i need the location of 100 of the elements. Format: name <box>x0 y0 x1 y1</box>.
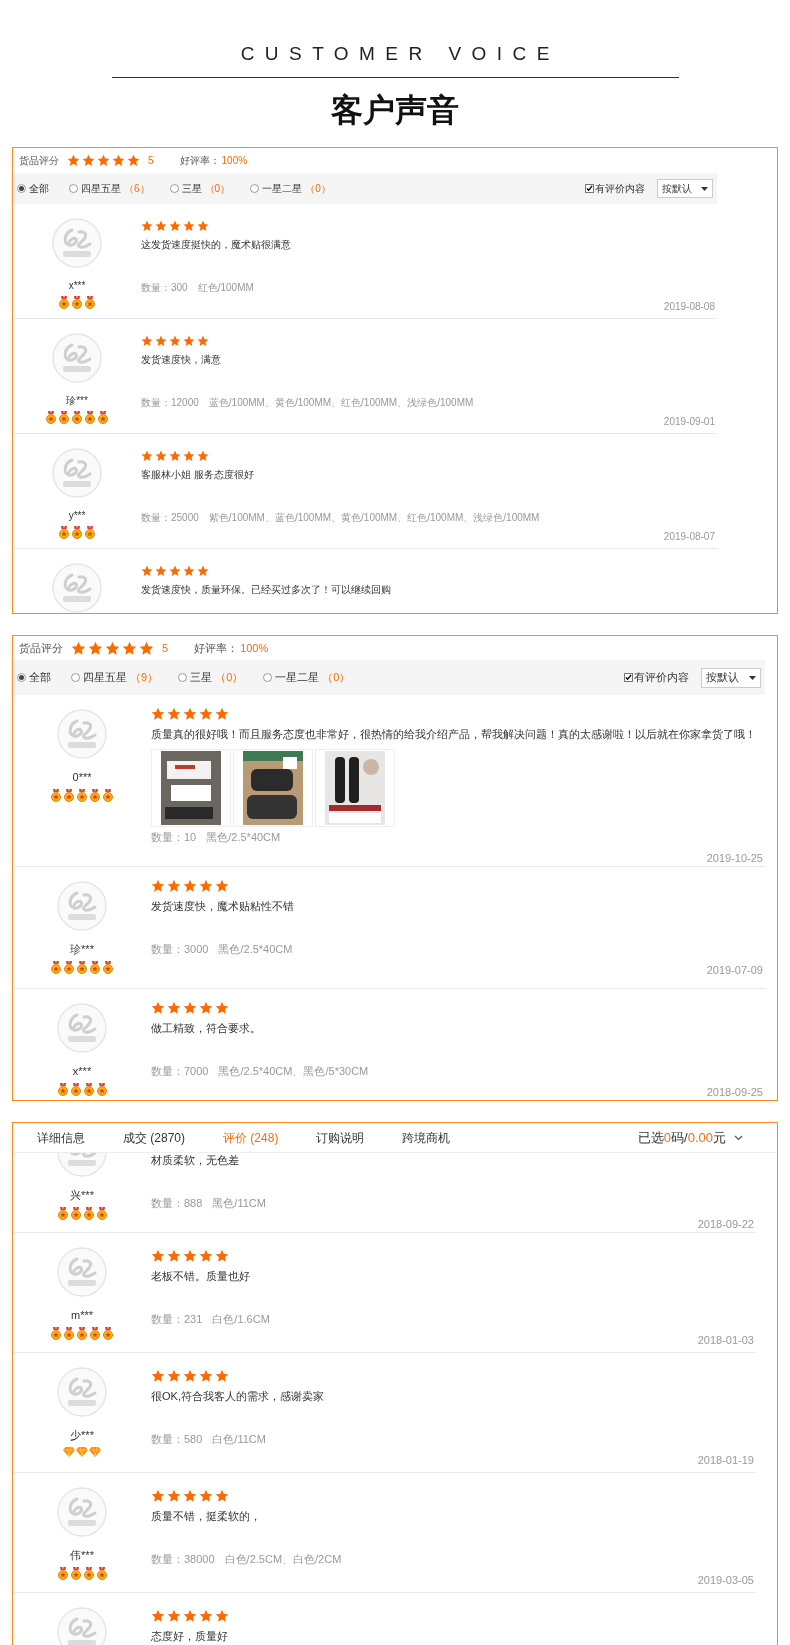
medal-icon <box>102 960 114 974</box>
star-icon <box>199 1369 213 1383</box>
filter-radio[interactable]: 三星 （0） <box>169 181 231 196</box>
star-icon <box>215 1369 229 1383</box>
star-icon <box>167 1489 181 1503</box>
star-icon <box>169 220 181 232</box>
star-icon <box>183 335 195 347</box>
star-icon <box>151 879 165 893</box>
filter-radio[interactable]: 全部 <box>17 669 51 686</box>
user-name: m*** <box>71 1308 93 1323</box>
content-filter-checkbox[interactable]: 有评价内容 <box>585 181 645 196</box>
star-icon <box>169 335 181 347</box>
star-icon <box>199 879 213 893</box>
user-name: 兴*** <box>70 1188 94 1203</box>
star-icon <box>183 1369 197 1383</box>
star-icon <box>169 450 181 462</box>
avatar-icon <box>57 1247 107 1297</box>
medal-icon <box>63 788 75 802</box>
medal-icon <box>89 960 101 974</box>
chevron-down-icon <box>734 1134 743 1141</box>
medal-icon <box>76 960 88 974</box>
section-subtitle: CUSTOMER VOICE <box>239 42 560 66</box>
section-title: 客户声音 <box>331 90 459 130</box>
star-icon <box>183 1489 197 1503</box>
medal-icon <box>84 526 96 539</box>
medal-icon <box>50 1326 62 1340</box>
star-icon <box>151 707 165 721</box>
star-icon <box>197 565 209 577</box>
review-date: 2018-01-19 <box>697 1452 754 1468</box>
star-icon <box>155 565 167 577</box>
medal-icon <box>69 1082 82 1096</box>
caret-icon <box>749 675 756 680</box>
star-icon <box>197 335 209 347</box>
star-icon <box>151 1001 165 1015</box>
sort-dropdown[interactable]: 按默认 <box>701 667 761 688</box>
star-icon <box>167 879 181 893</box>
medal-icon <box>82 1082 95 1096</box>
spec-text: 蓝色/100MM、黄色/100MM、红色/100MM、浅绿色/100MM <box>208 396 474 410</box>
filter-radio[interactable]: 全部 <box>17 181 49 196</box>
tab[interactable]: 详细信息 <box>37 1128 85 1147</box>
spec-text: 黑色/11CM <box>212 1196 266 1211</box>
medal-icon <box>69 1206 82 1220</box>
review-text: 这发货速度挺快的，魔术贴很满意 <box>141 238 292 252</box>
rate-label: 好评率： <box>194 640 239 656</box>
user-name: 少*** <box>70 1428 94 1443</box>
filter-radio[interactable]: 四星五星 （6） <box>69 181 150 196</box>
star-icon <box>151 1609 165 1623</box>
medal-icon <box>84 296 96 309</box>
star-icon <box>169 565 181 577</box>
medal-icon <box>58 526 70 539</box>
star-icon <box>215 1489 229 1503</box>
caret-icon <box>701 186 708 191</box>
review-date: 2018-09-22 <box>697 1216 754 1232</box>
quantity-text: 数量：10 <box>151 830 197 845</box>
star-icon <box>141 220 153 232</box>
star-icon <box>183 707 197 721</box>
diamond-icon <box>89 1446 101 1457</box>
medal-icon <box>82 1566 95 1580</box>
star-icon <box>183 1001 197 1015</box>
filter-radio[interactable]: 一星二星 （0） <box>250 181 331 196</box>
spec-text: 红色/100MM <box>197 281 254 295</box>
filter-radio[interactable]: 四星五星 （9） <box>71 669 159 686</box>
medal-icon <box>89 1326 101 1340</box>
rate-label: 好评率： <box>179 154 220 168</box>
star-icon <box>67 154 80 167</box>
spec-text: 白色/11CM <box>212 1432 266 1447</box>
medal-icon <box>97 411 109 424</box>
avatar-icon <box>57 1003 107 1053</box>
star-icon <box>71 640 86 656</box>
star-icon <box>105 640 120 656</box>
review-date: 2019-08-08 <box>663 300 715 314</box>
user-name: 珍*** <box>70 942 94 957</box>
medal-icon <box>95 1082 108 1096</box>
medal-icon <box>102 788 114 802</box>
star-icon <box>155 220 167 232</box>
rating-score: 5 <box>148 154 154 168</box>
review-text: 客服林小姐 服务态度很好 <box>141 468 255 482</box>
content-filter-checkbox[interactable]: 有评价内容 <box>624 669 689 686</box>
medal-icon <box>56 1206 69 1220</box>
avatar-icon <box>57 1487 107 1537</box>
medal-icon <box>58 296 70 309</box>
star-icon <box>97 154 110 167</box>
filter-radio[interactable]: 三星 （0） <box>178 669 244 686</box>
tab[interactable]: 跨境商机 <box>402 1128 451 1147</box>
tab[interactable]: 成交 (2870) <box>123 1128 186 1147</box>
tab[interactable]: 订购说明 <box>316 1128 365 1147</box>
medal-icon <box>95 1566 108 1580</box>
star-icon <box>88 640 103 656</box>
review-text: 发货速度快，魔术贴粘性不错 <box>151 899 295 913</box>
diamond-icon <box>76 1446 88 1457</box>
review-date: 2019-07-09 <box>706 962 763 978</box>
avatar-icon <box>57 881 107 931</box>
medal-icon <box>71 296 83 309</box>
medal-icon <box>76 1326 88 1340</box>
filter-radio[interactable]: 一星二星 （0） <box>263 669 351 686</box>
user-name: x*** <box>72 1064 92 1079</box>
medal-icon <box>50 960 62 974</box>
sort-dropdown[interactable]: 按默认 <box>657 179 713 198</box>
review-date: 2019-09-01 <box>663 415 715 429</box>
star-icon <box>215 707 229 721</box>
